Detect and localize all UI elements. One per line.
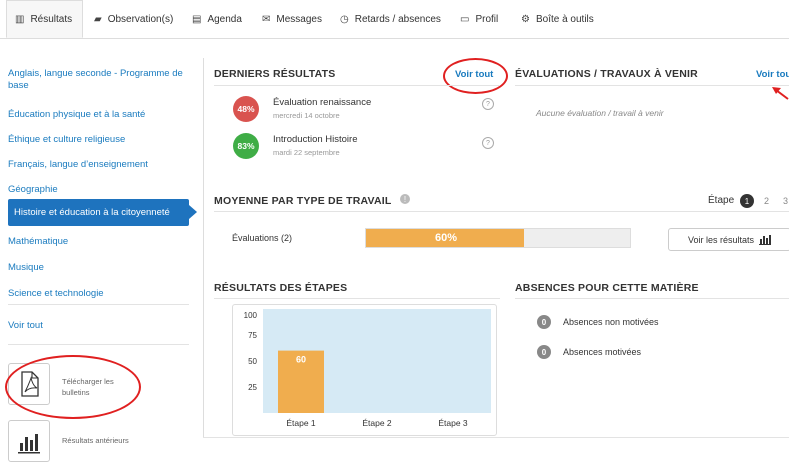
step-label: Étape — [708, 195, 735, 206]
sidebar-item-ethique[interactable]: Éthique et culture religieuse — [8, 134, 125, 146]
x-tick-label: Étape 3 — [438, 418, 468, 428]
excused-label: Absences motivées — [563, 347, 642, 357]
recent-results-title: DERNIERS RÉSULTATS — [214, 68, 336, 80]
tab-results[interactable]: ▥ Résultats — [6, 0, 83, 38]
unexcused-label: Absences non motivées — [563, 317, 659, 327]
result-title[interactable]: Introduction Histoire — [273, 134, 357, 145]
help-icon[interactable]: ? — [482, 98, 494, 110]
envelope-icon: ✉ — [262, 13, 271, 25]
tab-bar: ▥ Résultats ▰ Observation(s) ▤ Agenda ✉ Mess… — [0, 0, 789, 39]
step-1-button[interactable]: 1 — [740, 194, 754, 208]
bar-chart-icon: ▥ — [15, 13, 25, 25]
sidebar-item-francais[interactable]: Français, langue d’enseignement — [8, 159, 148, 171]
clock-icon: ◷ — [340, 13, 349, 25]
bar-value-label: 60 — [296, 355, 306, 365]
id-card-icon: ▭ — [460, 13, 470, 25]
average-title: MOYENNE PAR TYPE DE TRAVAIL — [214, 195, 392, 207]
section-divider — [214, 298, 500, 299]
tab-messages[interactable]: ✉ Messages — [262, 0, 322, 38]
upcoming-see-all-link[interactable]: Voir tout — [756, 69, 789, 80]
absences-title: ABSENCES POUR CETTE MATIÈRE — [515, 282, 699, 294]
average-row-label: Évaluations (2) — [232, 233, 293, 243]
step-3-button[interactable]: 3 — [783, 196, 788, 206]
annotation-circle — [5, 355, 141, 419]
previous-results-label[interactable]: Résultats antérieurs — [62, 436, 129, 445]
help-icon[interactable]: ? — [482, 137, 494, 149]
result-title[interactable]: Évaluation renaissance — [273, 97, 371, 108]
x-tick-label: Étape 2 — [362, 418, 392, 428]
folder-icon: ▰ — [94, 13, 102, 25]
y-tick-label: 100 — [244, 311, 258, 320]
sidebar-item-musique[interactable]: Musique — [8, 262, 44, 274]
sidebar-item-education-physique[interactable]: Éducation physique et à la santé — [8, 109, 145, 121]
view-results-button[interactable]: Voir les résultats — [668, 228, 789, 251]
annotation-circle — [443, 58, 508, 94]
section-divider — [214, 211, 789, 212]
tab-observations[interactable]: ▰ Observation(s) — [94, 0, 173, 38]
score-badge: 83% — [233, 133, 259, 159]
sidebar-item-anglais[interactable]: Anglais, langue seconde - Programme de b… — [8, 68, 188, 92]
bar-chart-icon — [759, 235, 772, 245]
result-date: mardi 22 septembre — [273, 148, 340, 157]
unexcused-count-badge: 0 — [537, 315, 551, 329]
stages-title: RÉSULTATS DES ÉTAPES — [214, 282, 348, 294]
bar-chart-icon — [18, 434, 40, 454]
y-tick-label: 75 — [248, 331, 257, 340]
sidebar-item-mathematique[interactable]: Mathématique — [8, 236, 68, 248]
upcoming-empty-text: Aucune évaluation / travail à venir — [536, 108, 664, 118]
content-bottom-border — [203, 437, 789, 438]
info-icon[interactable]: ! — [400, 194, 410, 204]
excused-count-badge: 0 — [537, 345, 551, 359]
section-divider — [214, 85, 500, 86]
y-tick-label: 50 — [248, 357, 257, 366]
y-tick-label: 25 — [248, 383, 257, 392]
stages-chart: 100 75 50 25 60 Étape 1 Étape 2 Étape 3 — [232, 304, 497, 436]
sidebar-divider — [8, 304, 189, 305]
tab-profile[interactable]: ▭ Profil — [460, 0, 498, 38]
tab-toolbox[interactable]: ⚙ Boîte à outils — [521, 0, 594, 38]
sidebar-item-histoire[interactable]: Histoire et éducation à la citoyenneté — [8, 199, 197, 226]
previous-results-button[interactable] — [8, 420, 50, 462]
score-badge: 48% — [233, 96, 259, 122]
sidebar-item-science[interactable]: Science et technologie — [8, 288, 104, 300]
average-progress-track: 60% — [365, 228, 631, 248]
annotation-arrow — [772, 87, 789, 100]
section-divider — [515, 85, 789, 86]
calendar-icon: ▤ — [192, 13, 202, 25]
sidebar-item-geographie[interactable]: Géographie — [8, 184, 58, 196]
sidebar-divider — [8, 344, 189, 345]
stages-chart-svg: 100 75 50 25 60 Étape 1 Étape 2 Étape 3 — [244, 309, 491, 428]
step-2-button[interactable]: 2 — [764, 196, 769, 206]
result-date: mercredi 14 octobre — [273, 111, 340, 120]
tools-icon: ⚙ — [521, 13, 530, 25]
average-percent-text: 60% — [434, 232, 458, 244]
tab-agenda[interactable]: ▤ Agenda — [192, 0, 242, 38]
upcoming-title: ÉVALUATIONS / TRAVAUX À VENIR — [515, 68, 698, 80]
x-tick-label: Étape 1 — [286, 418, 316, 428]
content-border — [203, 58, 204, 438]
sidebar-see-all-link[interactable]: Voir tout — [8, 320, 43, 332]
section-divider — [515, 298, 789, 299]
tab-absences[interactable]: ◷ Retards / absences — [340, 0, 441, 38]
